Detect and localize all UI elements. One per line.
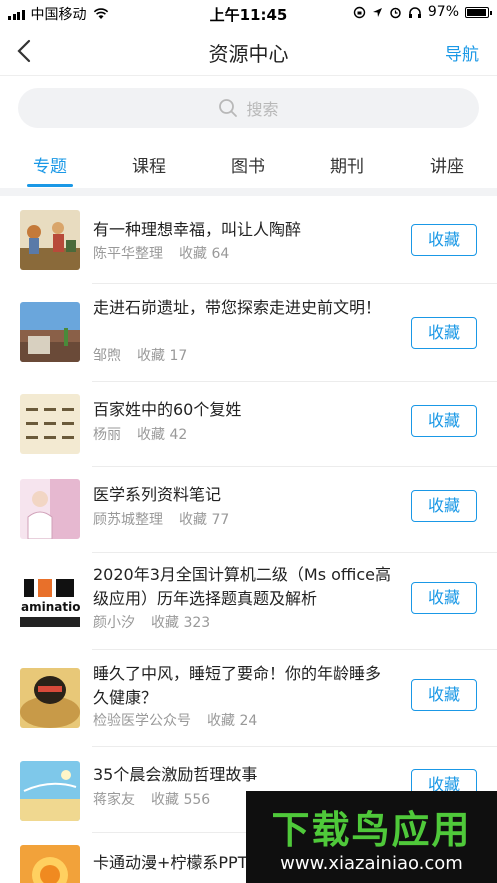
doctor-thumbnail [20,479,80,539]
tab-lectures[interactable]: 讲座 [430,152,464,177]
tab-topics[interactable]: 专题 [33,152,67,177]
resource-list: 有一种理想幸福，叫让人陶醉 陈平华整理 收藏 64 收藏 走进石峁遗址，带您探索走… [0,196,497,883]
item-fav-count: 收藏 17 [137,348,188,364]
item-fav-count: 收藏 556 [151,792,211,808]
list-item[interactable]: amination 2020年3月全国计算机二级（Ms office高级应用）历… [0,553,497,650]
item-fav-count: 收藏 42 [137,427,188,443]
item-title: 百家姓中的60个复姓 [93,400,242,419]
item-fav-count: 收藏 323 [151,615,211,631]
item-fav-count: 收藏 24 [207,713,258,729]
sky-thumbnail [20,761,80,821]
item-title: 睡久了中风，睡短了要命！你的年龄睡多久健康？ [93,664,382,707]
search-placeholder: 搜索 [246,100,279,119]
favorite-button[interactable]: 收藏 [411,679,477,711]
list-item[interactable]: 有一种理想幸福，叫让人陶醉 陈平华整理 收藏 64 收藏 [0,196,497,284]
headphones-icon [408,6,421,18]
item-meta: 陈平华整理 收藏 64 [93,243,229,263]
orange-thumbnail [20,845,80,883]
item-author: 陈平华整理 [93,246,163,262]
item-author: 蒋家友 [93,792,135,808]
item-meta: 颜小汐 收藏 323 [93,612,210,632]
watermark-title: 下载鸟应用 [271,808,472,852]
favorite-button[interactable]: 收藏 [411,582,477,614]
favorite-button[interactable]: 收藏 [411,317,477,349]
item-meta: 杨丽 收藏 42 [93,424,187,444]
tab-books[interactable]: 图书 [231,152,265,177]
item-author: 邹煦 [93,348,121,364]
item-title: 医学系列资料笔记 [93,485,222,504]
text-grid-thumbnail [20,394,80,454]
list-item[interactable]: 走进石峁遗址，带您探索走进史前文明！ 邹煦 收藏 17 收藏 [0,284,497,382]
item-title: 有一种理想幸福，叫让人陶醉 [93,220,302,239]
item-title: 2020年3月全国计算机二级（Ms office高级应用）历年选择题真题及解析 [93,565,392,608]
active-tab-indicator [27,184,73,187]
favorite-button[interactable]: 收藏 [411,405,477,437]
item-author: 颜小汐 [93,615,135,631]
item-author: 检验医学公众号 [93,713,191,729]
battery-icon [465,6,492,18]
nav-button[interactable]: 导航 [445,40,479,65]
list-item[interactable]: 睡久了中风，睡短了要命！你的年龄睡多久健康？ 检验医学公众号 收藏 24 收藏 [0,650,497,747]
alarm-icon [390,7,401,18]
item-author: 顾苏城整理 [93,512,163,528]
nav-bar: 资源中心 导航 [0,26,497,76]
tab-bar: 专题 课程 图书 期刊 讲座 [0,144,497,188]
item-author: 杨丽 [93,427,121,443]
sleeping-animal-thumbnail [20,668,80,728]
favorite-button[interactable]: 收藏 [411,224,477,256]
exam-thumbnail: amination [20,571,80,631]
item-title: 35个晨会激励哲理故事 [93,765,258,784]
watermark-url: www.xiazainiao.com [280,853,463,874]
landscape-thumbnail [20,302,80,362]
item-meta: 邹煦 收藏 17 [93,345,187,365]
page-title: 资源中心 [208,42,289,66]
list-item[interactable]: 百家姓中的60个复姓 杨丽 收藏 42 收藏 [0,382,497,467]
favorite-button[interactable]: 收藏 [411,490,477,522]
list-item[interactable]: 医学系列资料笔记 顾苏城整理 收藏 77 收藏 [0,467,497,553]
item-meta: 蒋家友 收藏 556 [93,789,210,809]
tab-journals[interactable]: 期刊 [330,152,364,177]
item-meta: 顾苏城整理 收藏 77 [93,509,229,529]
tab-courses[interactable]: 课程 [132,152,166,177]
battery-percent: 97% [427,4,459,20]
location-icon [372,7,382,17]
item-fav-count: 收藏 77 [179,512,230,528]
lock-rotation-icon [353,6,366,18]
item-meta: 检验医学公众号 收藏 24 [93,710,257,730]
status-bar: 中国移动 上午11:45 97% [0,0,497,26]
section-divider [0,188,497,196]
status-right: 97% [353,4,492,20]
search-icon [219,99,238,117]
watermark-overlay: 下载鸟应用 www.xiazainiao.com [246,791,497,883]
painting-thumbnail [20,210,80,270]
exam-thumbnail-text: amination [21,600,80,614]
battery-fill [467,8,487,16]
item-fav-count: 收藏 64 [179,246,230,262]
item-title: 走进石峁遗址，带您探索走进史前文明！ [93,298,382,317]
search-input[interactable]: 搜索 [18,88,479,128]
